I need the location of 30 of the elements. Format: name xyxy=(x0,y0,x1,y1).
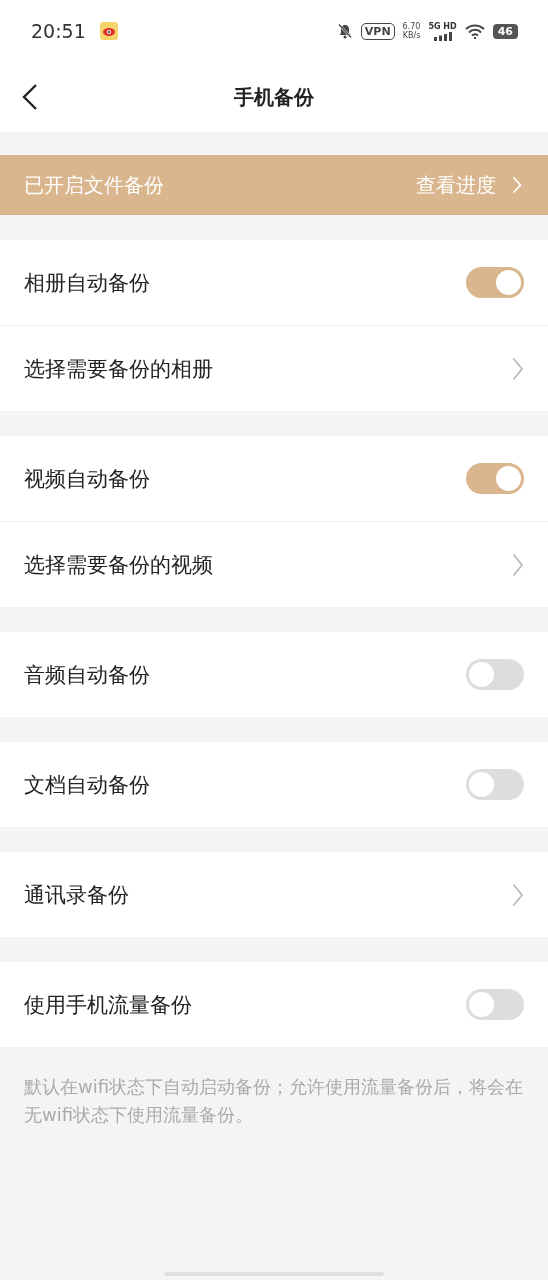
chevron-right-icon xyxy=(512,176,522,194)
banner-text: 已开启文件备份 xyxy=(24,171,164,199)
battery-indicator: 46 xyxy=(492,23,518,39)
setting-link[interactable]: 选择需要备份的视频 xyxy=(24,550,213,579)
bell-off-icon xyxy=(336,23,353,39)
toggle-switch[interactable] xyxy=(466,267,524,298)
wifi-icon xyxy=(464,23,485,39)
chevron-right-icon xyxy=(512,882,524,907)
vpn-indicator: VPN xyxy=(360,22,395,40)
toggle-switch[interactable] xyxy=(466,659,524,690)
clock: 20:51 xyxy=(31,20,86,42)
setting-label: 音频自动备份 xyxy=(24,661,150,689)
setting-link[interactable]: 通讯录备份 xyxy=(24,880,129,909)
network-type: 5G HD xyxy=(428,21,457,31)
back-icon xyxy=(22,83,38,111)
network-speed: 6.70 KB/s xyxy=(402,22,421,40)
chevron-right-icon xyxy=(512,356,524,381)
setting-label: 使用手机流量备份 xyxy=(24,991,192,1019)
toggle-switch[interactable] xyxy=(466,989,524,1020)
setting-label: 相册自动备份 xyxy=(24,269,150,297)
chevron-right-icon xyxy=(512,552,524,577)
signal-icon xyxy=(432,31,453,41)
toggle-switch[interactable] xyxy=(466,463,524,494)
page-title: 手机备份 xyxy=(234,83,314,111)
setting-label: 文档自动备份 xyxy=(24,771,150,799)
setting-label: 视频自动备份 xyxy=(24,465,150,493)
toggle-switch[interactable] xyxy=(466,769,524,800)
app-notification-icon xyxy=(99,22,118,40)
footnote-text: 默认在wifi状态下自动启动备份；允许使用流量备份后，将会在无wifi状态下使用流量备份。 xyxy=(24,1075,524,1127)
setting-link[interactable]: 选择需要备份的相册 xyxy=(24,354,213,383)
